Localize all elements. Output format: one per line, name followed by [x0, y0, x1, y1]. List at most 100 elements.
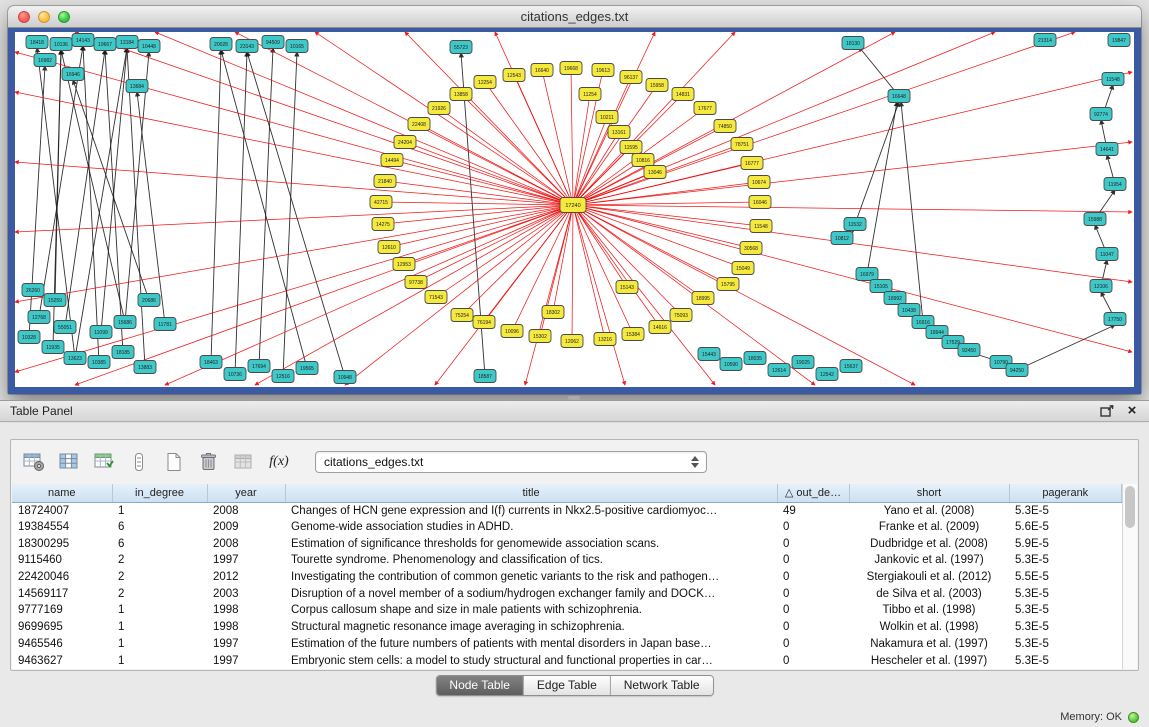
graph-node[interactable]: 17750 [1104, 313, 1126, 326]
graph-node[interactable]: 13216 [594, 333, 616, 346]
graph-node[interactable]: 12610 [378, 241, 400, 254]
graph-node[interactable]: 12254 [474, 76, 496, 89]
tab-node-table[interactable]: Node Table [436, 676, 524, 695]
column-header-in-degree[interactable]: in_degree [112, 484, 207, 502]
graph-node[interactable]: 14494 [381, 154, 403, 167]
graph-node[interactable]: 18185 [112, 346, 134, 359]
float-panel-icon[interactable] [1099, 403, 1115, 419]
graph-node[interactable]: 11047 [1096, 248, 1118, 261]
graph-node[interactable]: 97738 [405, 276, 427, 289]
graph-node[interactable]: 10211 [596, 111, 618, 124]
graph-node[interactable]: 16777 [741, 157, 763, 170]
graph-node[interactable]: 14641 [1096, 143, 1118, 156]
graph-node[interactable]: 15686 [114, 316, 136, 329]
graph-node[interactable]: 22408 [408, 118, 430, 131]
table-row[interactable]: 2242004622012Investigating the contribut… [12, 569, 1122, 586]
graph-node[interactable]: 14831 [672, 88, 694, 101]
graph-node[interactable]: 94509 [262, 36, 284, 49]
graph-node[interactable]: 21926 [428, 102, 450, 115]
graph-node[interactable]: 15637 [840, 360, 862, 373]
graph-node[interactable]: 19668 [560, 62, 582, 75]
graph-node[interactable]: 92450 [958, 344, 980, 357]
table-row[interactable]: 911546021997Tourette syndrome. Phenomeno… [12, 552, 1122, 569]
export-table-button[interactable] [91, 450, 117, 474]
graph-node[interactable]: 55051 [54, 321, 76, 334]
table-row[interactable]: 1872400712008Changes of HCN gene express… [12, 502, 1122, 519]
table-vertical-scrollbar[interactable] [1122, 484, 1137, 669]
graph-node[interactable]: 17694 [248, 360, 270, 373]
graph-node[interactable]: 21840 [374, 175, 396, 188]
graph-node[interactable]: 19613 [592, 64, 614, 77]
graph-node[interactable]: 11099 [90, 326, 112, 339]
graph-node[interactable]: 10448 [138, 40, 160, 53]
graph-node[interactable]: 20028 [210, 38, 232, 51]
graph-node[interactable]: 11781 [154, 318, 176, 331]
graph-node[interactable]: 42715 [370, 196, 392, 209]
graph-node[interactable]: 74850 [714, 120, 736, 133]
graph-node[interactable]: 18035 [744, 352, 766, 365]
graph-node[interactable]: 26260 [22, 284, 44, 297]
graph-node[interactable]: 12768 [28, 311, 50, 324]
graph-node[interactable]: 92774 [1090, 108, 1112, 121]
table-row[interactable]: 1830029562008Estimation of significance … [12, 535, 1122, 552]
graph-node[interactable]: 14143 [72, 34, 94, 47]
scrollbar-thumb[interactable] [1125, 486, 1135, 528]
graph-node[interactable]: 16046 [749, 196, 771, 209]
graph-node[interactable]: 15302 [529, 330, 551, 343]
network-canvas[interactable]: 1604611548305681504915795189957509314616… [15, 32, 1134, 387]
function-builder-button[interactable]: f(x) [266, 450, 292, 474]
graph-node[interactable]: 10165 [286, 40, 308, 53]
graph-node[interactable]: 10736 [224, 368, 246, 381]
graph-node[interactable]: 18418 [26, 36, 48, 49]
graph-node[interactable]: 14275 [372, 218, 394, 231]
close-window-button[interactable] [18, 11, 30, 23]
graph-node[interactable]: 13858 [450, 88, 472, 101]
graph-node[interactable]: 11954 [1104, 178, 1126, 191]
window-titlebar[interactable]: citations_edges.txt [8, 6, 1141, 28]
show-columns-button[interactable] [56, 450, 82, 474]
table-row[interactable]: 969969511998Structural magnetic resonanc… [12, 619, 1122, 636]
graph-node[interactable]: 16979 [856, 268, 878, 281]
graph-node[interactable]: 11935 [42, 341, 64, 354]
graph-node[interactable]: 12062 [561, 335, 583, 348]
graph-node[interactable]: 15259 [44, 294, 66, 307]
graph-node[interactable]: 13684 [126, 80, 148, 93]
hub-node[interactable]: 17240 [560, 198, 586, 213]
graph-node[interactable]: 12106 [1090, 280, 1112, 293]
graph-node[interactable]: 55723 [450, 41, 472, 54]
graph-node[interactable]: 12543 [503, 69, 525, 82]
import-table-button[interactable] [231, 450, 257, 474]
graph-node[interactable]: 21314 [1034, 34, 1056, 47]
graph-node[interactable]: 24204 [394, 136, 416, 149]
graph-node[interactable]: 12614 [768, 364, 790, 377]
graph-node[interactable]: 10136 [50, 38, 72, 51]
table-selector-dropdown[interactable]: citations_edges.txt [315, 451, 707, 473]
graph-node[interactable]: 11595 [620, 141, 642, 154]
graph-node[interactable]: 16648 [888, 90, 910, 103]
column-header-out-degree[interactable]: △ out_de… [777, 484, 849, 502]
table-row[interactable]: 977716911998Corpus callosum shape and si… [12, 602, 1122, 619]
citation-network-graph[interactable]: 1604611548305681504915795189957509314616… [15, 32, 1134, 387]
graph-node[interactable]: 96137 [620, 71, 642, 84]
graph-node[interactable]: 15105 [870, 280, 892, 293]
graph-node[interactable]: 10816 [632, 154, 654, 167]
graph-node[interactable]: 13623 [64, 352, 86, 365]
table-row[interactable]: 946362711997Embryonic stem cells: a mode… [12, 652, 1122, 669]
graph-node[interactable]: 94250 [1006, 364, 1028, 377]
graph-node[interactable]: 15795 [717, 278, 739, 291]
graph-node[interactable]: 19667 [94, 38, 116, 51]
graph-node[interactable]: 10674 [748, 176, 770, 189]
graph-node[interactable]: 75093 [670, 309, 692, 322]
graph-node[interactable]: 19025 [792, 356, 814, 369]
graph-node[interactable]: 18302 [542, 306, 564, 319]
graph-node[interactable]: 11548 [1102, 73, 1124, 86]
graph-node[interactable]: 71543 [425, 291, 447, 304]
graph-node[interactable]: 13046 [644, 166, 666, 179]
graph-node[interactable]: 76194 [473, 316, 495, 329]
graph-node[interactable]: 18992 [884, 292, 906, 305]
graph-node[interactable]: 10385 [88, 356, 110, 369]
graph-node[interactable]: 12542 [816, 368, 838, 381]
graph-node[interactable]: 19565 [296, 362, 318, 375]
tab-network-table[interactable]: Network Table [611, 676, 713, 695]
column-header-name[interactable]: name [12, 484, 112, 502]
